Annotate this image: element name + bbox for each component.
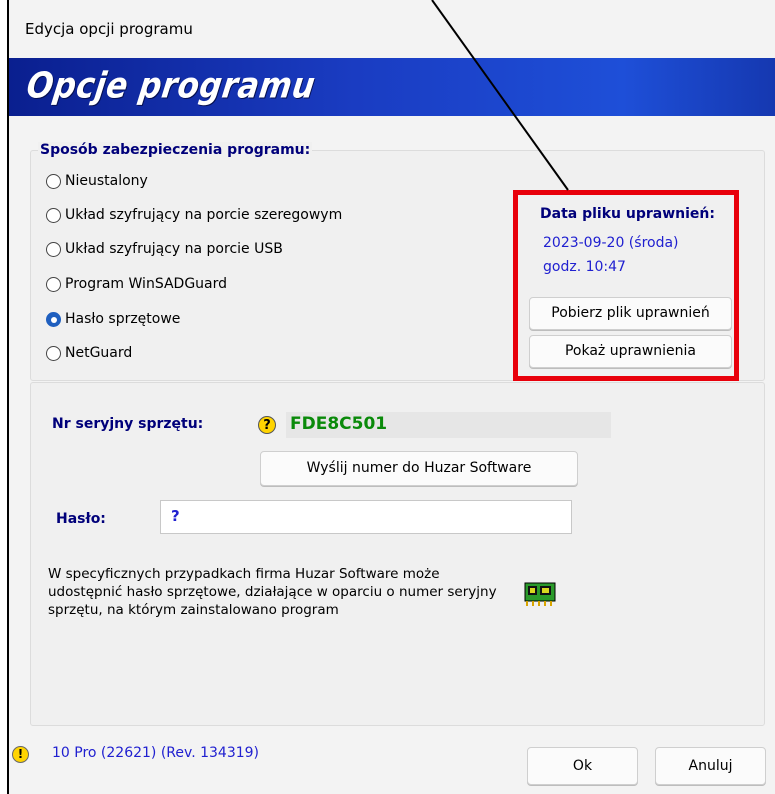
annotation-arrow [431, 0, 569, 191]
